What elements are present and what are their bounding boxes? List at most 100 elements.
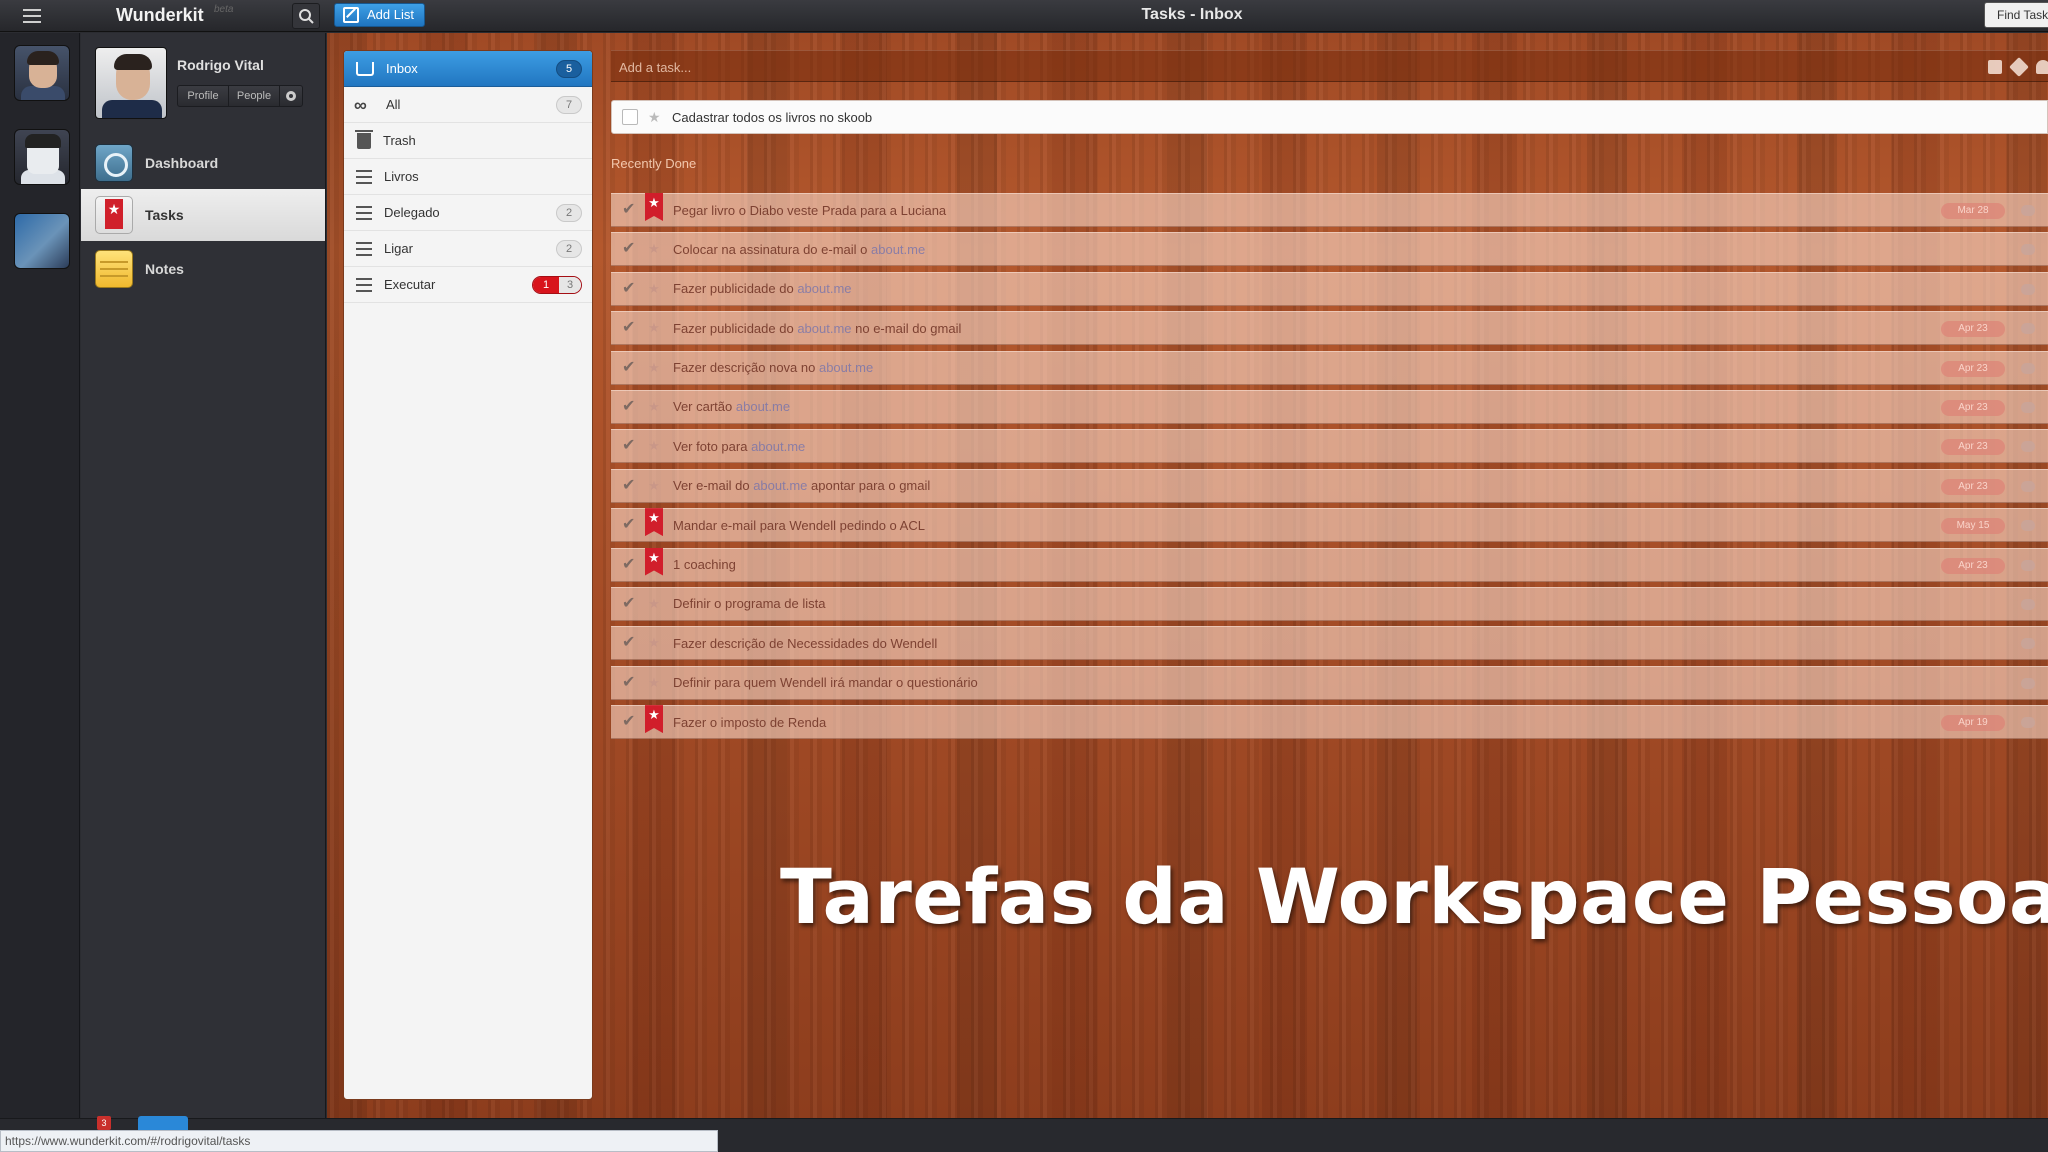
list-name: Ligar [384,241,413,256]
list-item-delegado[interactable]: Delegado 2 [344,195,592,231]
checkmark-icon[interactable] [621,632,639,652]
checkmark-icon[interactable] [621,672,639,692]
star-icon[interactable]: ★ [645,311,663,345]
done-task-row[interactable]: ★ Definir para quem Wendell irá mandar o … [611,665,2048,700]
list-item-executar[interactable]: Executar 1 3 [344,267,592,303]
top-bar: Wunderkit beta Add List Tasks - Inbox Fi… [0,0,2048,32]
star-icon[interactable]: ★ [645,272,663,306]
comment-icon[interactable] [2021,677,2035,689]
lists-panel: Inbox 5 ∞ All 7 Trash Livros Delegado 2 … [343,50,593,1100]
nav-item-dashboard[interactable]: Dashboard [81,137,325,189]
tag-icon[interactable] [2009,57,2029,77]
comment-icon[interactable] [2021,717,2035,729]
bottom-tab[interactable] [138,1116,188,1130]
star-ribbon-icon[interactable]: ★ [645,508,663,537]
task-title: Mandar e-mail para Wendell pedindo o ACL [673,518,2048,533]
assign-user-icon[interactable] [2036,60,2048,74]
people-button[interactable]: People [228,85,280,107]
done-task-row[interactable]: ★Ver foto para about.meApr 23 [611,429,2048,464]
comment-icon[interactable] [2021,283,2035,295]
done-task-row[interactable]: ★ 1 coaching Apr 23 [611,547,2048,582]
done-task-row[interactable]: ★Ver cartão about.meApr 23 [611,389,2048,424]
task-link[interactable]: about.me [736,399,790,414]
done-task-row[interactable]: ★ Colocar na assinatura do e-mail o about… [611,232,2048,267]
add-task-input[interactable] [619,55,1939,79]
task-link[interactable]: about.me [797,281,851,296]
star-icon[interactable]: ★ [645,666,663,700]
checkmark-icon[interactable] [621,554,639,574]
star-icon[interactable]: ★ [645,587,663,621]
workspace-image-avatar[interactable] [14,213,70,269]
recently-done-heading: Recently Done [611,156,697,171]
checkmark-icon[interactable] [621,199,639,219]
done-task-row[interactable]: ★Fazer descrição nova no about.meApr 23 [611,350,2048,385]
comment-icon[interactable] [2021,205,2035,216]
list-item-ligar[interactable]: Ligar 2 [344,231,592,267]
nav-item-notes[interactable]: Notes [81,243,325,295]
task-link[interactable]: about.me [871,242,925,257]
comment-icon[interactable] [2021,598,2035,610]
notification-badge[interactable]: 3 [97,1116,111,1130]
star-icon[interactable]: ★ [645,390,663,424]
done-task-row[interactable]: ★ Fazer publicidade do about.me [611,271,2048,306]
task-checkbox[interactable] [622,109,638,125]
task-title: Fazer descrição nova no about.me [673,360,2048,375]
workspace-personal-avatar[interactable] [14,45,70,101]
done-task-row[interactable]: ★ Ver e-mail do about.me apontar para o g… [611,468,2048,503]
tasks-icon [95,196,133,234]
checkmark-icon[interactable] [621,593,639,613]
settings-button[interactable] [279,85,303,107]
star-icon[interactable]: ★ [645,351,663,385]
profile-button[interactable]: Profile [177,85,229,107]
star-icon[interactable]: ★ [645,429,663,463]
done-task-row[interactable]: ★ Fazer descrição de Necessidades do Wend… [611,626,2048,661]
done-task-row[interactable]: ★ Definir o programa de lista [611,586,2048,621]
workspace-cartoon-avatar[interactable] [14,129,70,185]
task-title: Cadastrar todos os livros no skoob [672,109,873,125]
task-row[interactable]: ★ Cadastrar todos os livros no skoob [611,100,2048,134]
done-task-row[interactable]: ★ Pegar livro o Diabo veste Prada para a … [611,193,2048,227]
comment-icon[interactable] [2021,638,2035,650]
list-count-badge: 5 [556,59,582,78]
checkmark-icon[interactable] [621,238,639,258]
comment-icon[interactable] [2021,244,2035,256]
list-item-all[interactable]: ∞ All 7 [344,87,592,123]
task-title-text: Mandar e-mail para Wendell pedindo o ACL [673,517,925,533]
nav-item-tasks[interactable]: Tasks [81,189,325,241]
comment-icon[interactable] [2021,559,2035,571]
done-task-row[interactable]: ★ Fazer publicidade do about.me no e-mail… [611,311,2048,346]
star-icon[interactable]: ★ [645,626,663,660]
checkmark-icon[interactable] [621,357,639,377]
star-ribbon-icon[interactable]: ★ [645,705,663,734]
star-icon[interactable]: ★ [645,232,663,266]
checkmark-icon[interactable] [621,435,639,455]
task-link[interactable]: about.me [819,360,873,375]
checkmark-icon[interactable] [621,317,639,337]
avatar[interactable] [95,47,167,119]
checkmark-icon[interactable] [621,278,639,298]
star-ribbon-icon[interactable]: ★ [645,193,663,221]
list-item-inbox[interactable]: Inbox 5 [344,51,592,87]
comment-icon[interactable] [2021,520,2035,532]
list-item-trash[interactable]: Trash [344,123,592,159]
checkmark-icon[interactable] [621,396,639,416]
star-icon[interactable]: ★ [645,469,663,503]
task-link[interactable]: about.me [797,321,851,336]
done-task-row[interactable]: ★ Mandar e-mail para Wendell pedindo o AC… [611,508,2048,543]
task-link[interactable]: about.me [753,478,807,493]
find-tasks-button[interactable]: Find Tasks [1984,2,2048,28]
checkmark-icon[interactable] [621,514,639,534]
task-link[interactable]: about.me [751,439,805,454]
comment-icon[interactable] [2021,441,2035,453]
comment-icon[interactable] [2021,480,2035,492]
star-ribbon-icon[interactable]: ★ [645,547,663,576]
checkmark-icon[interactable] [621,711,639,731]
star-icon[interactable]: ★ [648,109,662,126]
calendar-icon[interactable] [1988,60,2002,74]
checkmark-icon[interactable] [621,475,639,495]
list-item-livros[interactable]: Livros [344,159,592,195]
comment-icon[interactable] [2021,362,2035,374]
comment-icon[interactable] [2021,323,2035,335]
comment-icon[interactable] [2021,401,2035,413]
done-task-row[interactable]: ★ Fazer o imposto de Renda Apr 19 [611,705,2048,740]
